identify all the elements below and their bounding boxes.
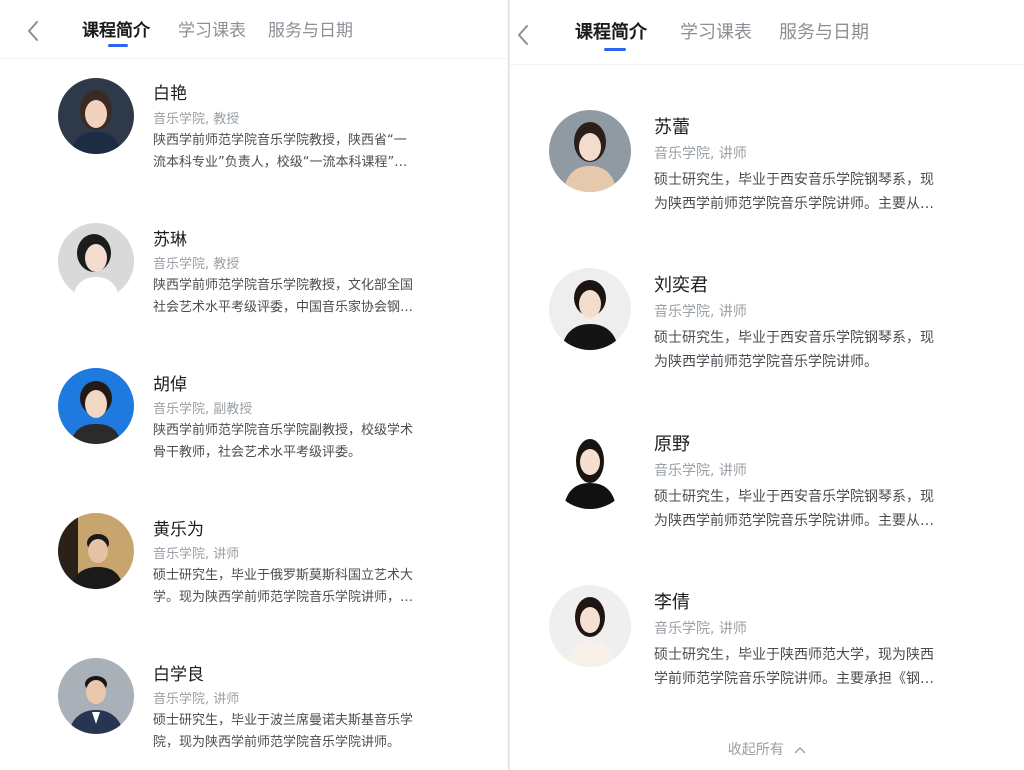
teacher-name[interactable]: 白学良 [153,660,204,685]
teacher-bio: 陕西学前师范学院音乐学院教授，文化部全国 社会艺术水平考级评委，中国音乐家协会钢… [153,275,448,319]
left-panel: 课程简介 学习课表 服务与日期 白艳 音乐学院, 教授 陕西学前师范学院音乐学院… [0,0,509,770]
top-nav-bar: 课程简介 学习课表 服务与日期 [510,0,1024,65]
tab-service-dates[interactable]: 服务与日期 [268,16,353,41]
teacher-bio-line: 硕士研究生，毕业于俄罗斯莫斯科国立艺术大 [153,568,414,583]
teacher-bio-line: 为陕西学前师范学院音乐学院讲师。主要从… [654,196,934,212]
teacher-name[interactable]: 黄乐为 [153,515,204,540]
teacher-title: 音乐学院, 副教授 [153,402,253,417]
teacher-bio-line: 为陕西学前师范学院音乐学院讲师。 [654,354,878,370]
teacher-bio-line: 陕西学前师范学院音乐学院教授，陕西省“一 [153,133,407,148]
teacher-avatar[interactable] [58,658,134,734]
collapse-all-label: 收起所有 [727,742,784,758]
teacher-bio: 硕士研究生，毕业于西安音乐学院钢琴系，现 为陕西学前师范学院音乐学院讲师。主要从… [654,485,982,533]
teacher-bio-line: 硕士研究生，毕业于波兰席曼诺夫斯基音乐学 [153,713,414,728]
teacher-bio-line: 硕士研究生，毕业于西安音乐学院钢琴系，现 [654,489,934,505]
teacher-bio: 硕士研究生，毕业于波兰席曼诺夫斯基音乐学 院，现为陕西学前师范学院音乐学院讲师。 [153,710,448,754]
teacher-title: 音乐学院, 教授 [153,257,240,272]
teacher-bio-line: 骨干教师，社会艺术水平考级评委。 [153,445,362,460]
teacher-title: 音乐学院, 讲师 [654,146,747,162]
teacher-name[interactable]: 苏琳 [153,225,187,250]
teacher-bio: 硕士研究生，毕业于俄罗斯莫斯科国立艺术大 学。现为陕西学前师范学院音乐学院讲师，… [153,565,448,609]
chevron-up-icon [795,747,806,754]
teacher-avatar[interactable] [58,78,134,154]
teacher-avatar[interactable] [549,585,631,667]
collapse-all-button[interactable]: 收起所有 [510,739,1024,759]
teacher-bio-line: 为陕西学前师范学院音乐学院讲师。主要从… [654,513,934,529]
teacher-bio-line: 陕西学前师范学院音乐学院教授，文化部全国 [153,278,414,293]
teacher-bio: 硕士研究生，毕业于西安音乐学院钢琴系，现 为陕西学前师范学院音乐学院讲师。 [654,326,982,374]
back-arrow-icon[interactable] [512,23,536,47]
tab-course-intro[interactable]: 课程简介 [82,16,150,41]
teacher-bio: 硕士研究生，毕业于西安音乐学院钢琴系，现 为陕西学前师范学院音乐学院讲师。主要从… [654,168,982,216]
teacher-title: 音乐学院, 讲师 [153,692,240,707]
teacher-name[interactable]: 李倩 [654,588,690,614]
teacher-bio-line: 硕士研究生，毕业于陕西师范大学，现为陕西 [654,647,934,663]
teacher-avatar[interactable] [549,110,631,192]
teacher-avatar[interactable] [58,368,134,444]
tab-service-dates[interactable]: 服务与日期 [779,18,869,44]
teacher-name[interactable]: 白艳 [153,79,187,104]
teacher-title: 音乐学院, 讲师 [654,463,747,479]
active-tab-indicator [604,48,626,51]
top-nav-bar: 课程简介 学习课表 服务与日期 [0,0,508,59]
teacher-title: 音乐学院, 讲师 [153,547,240,562]
back-arrow-icon[interactable] [22,19,46,43]
teacher-bio-line: 硕士研究生，毕业于西安音乐学院钢琴系，现 [654,172,934,188]
tab-course-intro[interactable]: 课程简介 [575,18,647,44]
tab-study-schedule[interactable]: 学习课表 [680,18,752,44]
teacher-bio-line: 陕西学前师范学院音乐学院副教授，校级学术 [153,423,414,438]
teacher-avatar[interactable] [58,223,134,299]
teacher-avatar[interactable] [58,513,134,589]
teacher-title: 音乐学院, 教授 [153,112,240,127]
teacher-bio: 陕西学前师范学院音乐学院副教授，校级学术 骨干教师，社会艺术水平考级评委。 [153,420,448,464]
teacher-bio: 陕西学前师范学院音乐学院教授，陕西省“一 流本科专业”负责人，校级“一流本科课程… [153,130,448,174]
teacher-bio-line: 院，现为陕西学前师范学院音乐学院讲师。 [153,735,401,750]
teacher-bio-line: 流本科专业”负责人，校级“一流本科课程”… [153,155,408,170]
active-tab-indicator [108,44,128,47]
teacher-bio-line: 学。现为陕西学前师范学院音乐学院讲师，… [153,590,414,605]
right-panel: 课程简介 学习课表 服务与日期 苏蕾 音乐学院, 讲师 硕士研究生，毕业于西安音… [510,0,1024,770]
teacher-title: 音乐学院, 讲师 [654,304,747,320]
teacher-avatar[interactable] [549,427,631,509]
teacher-bio: 硕士研究生，毕业于陕西师范大学，现为陕西 学前师范学院音乐学院讲师。主要承担《钢… [654,643,982,691]
teacher-avatar[interactable] [549,268,631,350]
teacher-name[interactable]: 苏蕾 [654,113,690,139]
teacher-name[interactable]: 刘奕君 [654,271,708,297]
teacher-bio-line: 学前师范学院音乐学院讲师。主要承担《钢… [654,671,934,687]
teacher-bio-line: 社会艺术水平考级评委，中国音乐家协会钢… [153,300,414,315]
teacher-name[interactable]: 胡倬 [153,370,187,395]
tab-study-schedule[interactable]: 学习课表 [178,16,246,41]
teacher-name[interactable]: 原野 [654,430,690,456]
teacher-bio-line: 硕士研究生，毕业于西安音乐学院钢琴系，现 [654,330,934,346]
teacher-title: 音乐学院, 讲师 [654,621,747,637]
